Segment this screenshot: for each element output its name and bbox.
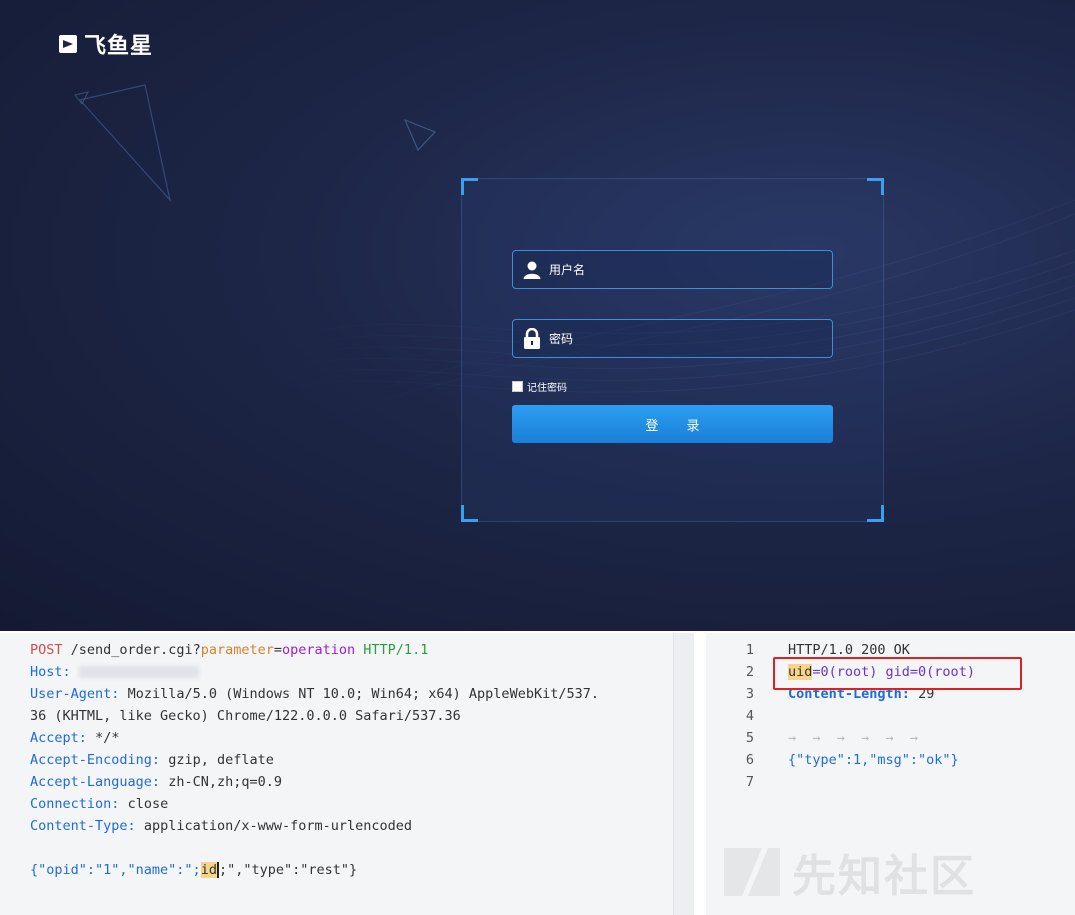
response-line: 4 [706, 705, 1075, 727]
brand-logo: 飞鱼星 [58, 28, 153, 60]
request-line: POST /send_order.cgi?parameter=operation… [30, 639, 670, 661]
header-line: Accept-Encoding: gzip, deflate [30, 752, 274, 768]
tab-markers: → → → → → → [788, 730, 919, 746]
request-text: POST /send_order.cgi?parameter=operation… [30, 639, 670, 881]
response-line: 6 {"type":1,"msg":"ok"} [706, 749, 1075, 771]
panel-corner [461, 505, 478, 522]
fish-logo-icon [59, 35, 77, 53]
injected-command: id [200, 862, 217, 878]
header-value: */* [95, 730, 120, 746]
header-key: User-Agent [30, 686, 112, 702]
request-path: /send_order.cgi? [70, 642, 201, 658]
header-value: 36 (KHTML, like Gecko) Chrome/122.0.0.0 … [30, 708, 461, 724]
watermark-text: 先知社区 [792, 851, 976, 902]
remember-label: 记住密码 [527, 383, 567, 394]
param-key: parameter [200, 642, 274, 658]
line-number: 7 [745, 774, 754, 790]
request-body: {"opid":"1","name":";id ;","type":"rest"} [30, 859, 670, 881]
http-version: HTTP/1.1 [363, 642, 429, 658]
json-body: {"type":1,"msg":"ok"} [788, 752, 959, 768]
header-key: Connection [30, 796, 112, 812]
login-button[interactable]: 登 录 [512, 405, 833, 443]
line-number: 4 [745, 708, 754, 724]
header-key: Accept-Language [30, 774, 152, 790]
panel-corner [867, 178, 884, 195]
line-number: 3 [745, 686, 754, 702]
username-field[interactable] [512, 250, 833, 289]
request-editor[interactable]: POST /send_order.cgi?parameter=operation… [0, 633, 694, 915]
brand-name: 飞鱼星 [84, 34, 154, 59]
line-number: 2 [745, 664, 754, 680]
header-key: Host [30, 664, 63, 680]
highlight-box [773, 657, 1022, 690]
body-text: ;","type":"rest"} [218, 862, 358, 878]
param-value: operation [282, 642, 356, 658]
response-line: 7 [706, 771, 1075, 793]
header-value: gzip, deflate [168, 752, 274, 768]
header-line: Connection: close [30, 796, 169, 812]
request-scrollbar[interactable] [673, 633, 694, 915]
header-value: zh-CN,zh;q=0.9 [168, 774, 282, 790]
remember-password[interactable]: 记住密码 [512, 379, 567, 394]
watermark: 先知社区 [722, 840, 976, 904]
header-value: Mozilla/5.0 (Windows NT 10.0; Win64; x64… [127, 686, 599, 702]
header-line: Accept-Language: zh-CN,zh;q=0.9 [30, 774, 282, 790]
lock-icon [521, 327, 543, 350]
line-number: 1 [745, 642, 754, 658]
line-number: 6 [745, 752, 754, 768]
header-key: Accept [30, 730, 79, 746]
password-input[interactable] [543, 320, 832, 357]
header-line: User-Agent: Mozilla/5.0 (Windows NT 10.0… [30, 686, 599, 702]
header-line: 36 (KHTML, like Gecko) Chrome/122.0.0.0 … [30, 705, 670, 727]
header-value: close [127, 796, 169, 812]
remember-checkbox[interactable] [512, 381, 523, 392]
header-key: Accept-Encoding [30, 752, 152, 768]
http-method: POST [30, 642, 63, 658]
user-icon [521, 259, 543, 281]
header-line: Host: [30, 661, 670, 683]
panel-corner [867, 505, 884, 522]
header-line: Content-Type: application/x-www-form-url… [30, 818, 413, 834]
password-field[interactable] [512, 319, 833, 358]
redacted-host [78, 666, 199, 678]
body-text: {"opid":"1","name":"; [30, 862, 201, 878]
watermark-logo-icon [724, 848, 780, 896]
header-line: Accept: */* [30, 730, 120, 746]
param-eq: = [273, 642, 282, 658]
header-key: Content-Type [30, 818, 128, 834]
login-screen: 飞鱼星 用户名 记住密码 登 录 [0, 0, 1075, 631]
panel-corner [461, 178, 478, 195]
response-line: 5 → → → → → → [706, 727, 1075, 749]
header-value: application/x-www-form-urlencoded [143, 818, 413, 834]
login-panel: 记住密码 登 录 [461, 178, 884, 522]
line-number: 5 [745, 730, 754, 746]
username-input[interactable] [543, 251, 832, 288]
